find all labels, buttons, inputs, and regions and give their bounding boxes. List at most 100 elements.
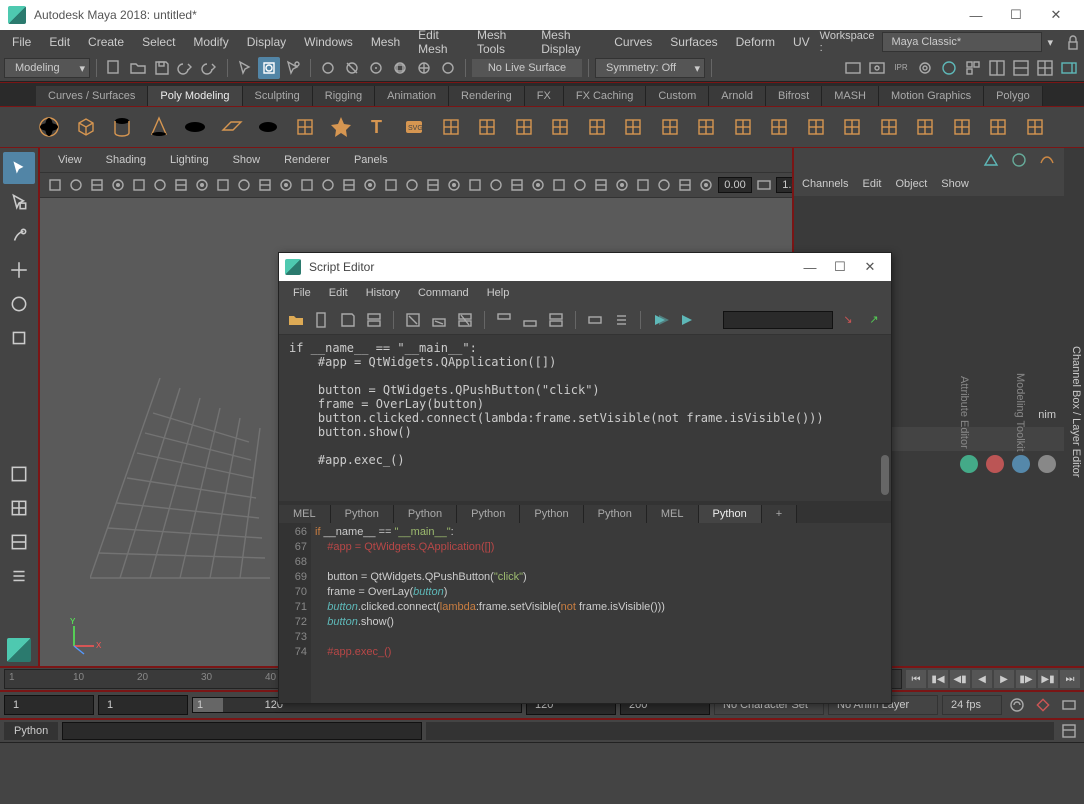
vp-tool-22-icon[interactable] bbox=[508, 174, 526, 196]
sphere2-icon[interactable] bbox=[876, 113, 903, 141]
script-output-pane[interactable]: if __name__ == "__main__": #app = QtWidg… bbox=[279, 335, 891, 501]
svg-icon[interactable]: SVG bbox=[401, 113, 428, 141]
execute-all-icon[interactable] bbox=[649, 309, 671, 331]
vp-tool-1-icon[interactable] bbox=[67, 174, 85, 196]
fps-dropdown[interactable]: 24 fps bbox=[942, 695, 1002, 715]
se-tab-7[interactable]: Python bbox=[699, 505, 762, 523]
render-view-icon[interactable] bbox=[842, 57, 864, 79]
hypershade-icon[interactable] bbox=[938, 57, 960, 79]
panel-layout2-icon[interactable] bbox=[1010, 57, 1032, 79]
save-script-icon[interactable] bbox=[337, 309, 359, 331]
search-up-icon[interactable]: ↗ bbox=[863, 309, 885, 331]
save-scene-icon[interactable] bbox=[151, 57, 173, 79]
show-input-icon[interactable] bbox=[519, 309, 541, 331]
shelf-tab-custom[interactable]: Custom bbox=[646, 86, 709, 106]
search-field[interactable] bbox=[723, 311, 833, 329]
snap-point-icon[interactable] bbox=[365, 57, 387, 79]
se-tab-1[interactable]: Python bbox=[331, 505, 394, 523]
plane-icon[interactable] bbox=[219, 113, 246, 141]
channelbox-menu-edit[interactable]: Edit bbox=[862, 178, 881, 190]
se-tab-4[interactable]: Python bbox=[520, 505, 583, 523]
show-history-icon[interactable] bbox=[493, 309, 515, 331]
menu-edit-mesh[interactable]: Edit Mesh bbox=[410, 25, 467, 59]
gear-icon[interactable] bbox=[438, 113, 465, 141]
source-script-icon[interactable] bbox=[311, 309, 333, 331]
shelf-tab-bifrost[interactable]: Bifrost bbox=[766, 86, 822, 106]
superellipse-icon[interactable] bbox=[547, 113, 574, 141]
shelf-tab-curves---surfaces[interactable]: Curves / Surfaces bbox=[36, 86, 148, 106]
prefs-icon[interactable] bbox=[1058, 694, 1080, 716]
code-editor[interactable]: if __name__ == "__main__": #app = QtWidg… bbox=[311, 523, 891, 703]
channelbox-menu-object[interactable]: Object bbox=[895, 178, 927, 190]
snap-grid-icon[interactable] bbox=[317, 57, 339, 79]
shelf-tab-fx[interactable]: FX bbox=[525, 86, 564, 106]
snap-live-icon[interactable] bbox=[413, 57, 435, 79]
viewport-menu-lighting[interactable]: Lighting bbox=[160, 151, 219, 169]
scale-tool[interactable] bbox=[3, 322, 35, 354]
grid2-icon[interactable] bbox=[620, 113, 647, 141]
script-editor-toggle-icon[interactable] bbox=[1058, 720, 1080, 742]
cube-icon[interactable] bbox=[73, 113, 100, 141]
layer-btn4-icon[interactable] bbox=[1038, 455, 1056, 473]
command-language-dropdown[interactable]: Python bbox=[4, 722, 58, 740]
box4-icon[interactable] bbox=[839, 113, 866, 141]
grid3-icon[interactable] bbox=[657, 113, 684, 141]
paint-select-tool[interactable] bbox=[3, 220, 35, 252]
se-tab-3[interactable]: Python bbox=[457, 505, 520, 523]
echo-all-icon[interactable] bbox=[584, 309, 606, 331]
se-menu-help[interactable]: Help bbox=[479, 284, 518, 302]
render-icon[interactable] bbox=[866, 57, 888, 79]
menu-file[interactable]: File bbox=[4, 32, 39, 52]
command-input[interactable] bbox=[62, 722, 422, 740]
close-button[interactable]: ✕ bbox=[1036, 0, 1076, 30]
box3-icon[interactable] bbox=[803, 113, 830, 141]
clear-all-icon[interactable] bbox=[454, 309, 476, 331]
vp-tool-17-icon[interactable] bbox=[403, 174, 421, 196]
menu-surfaces[interactable]: Surfaces bbox=[662, 32, 725, 52]
viewport-menu-renderer[interactable]: Renderer bbox=[274, 151, 340, 169]
set-key-icon[interactable] bbox=[1032, 694, 1054, 716]
move-tool[interactable] bbox=[3, 254, 35, 286]
ipr-icon[interactable]: IPR bbox=[890, 57, 912, 79]
execute-icon[interactable] bbox=[675, 309, 697, 331]
se-tab-0[interactable]: MEL bbox=[279, 505, 331, 523]
se-tab-6[interactable]: MEL bbox=[647, 505, 699, 523]
panel-layout1-icon[interactable] bbox=[986, 57, 1008, 79]
clear-history-icon[interactable] bbox=[402, 309, 424, 331]
cone-icon[interactable] bbox=[146, 113, 173, 141]
light-editor-icon[interactable] bbox=[962, 57, 984, 79]
se-maximize-button[interactable]: ☐ bbox=[825, 252, 855, 282]
panel-layout3-icon[interactable] bbox=[1034, 57, 1056, 79]
step-back-button[interactable]: ◀▮ bbox=[950, 670, 970, 688]
snap-curve-icon[interactable] bbox=[341, 57, 363, 79]
vp-tool-0-icon[interactable] bbox=[46, 174, 64, 196]
vp-tool-9-icon[interactable] bbox=[235, 174, 253, 196]
center-pivot-icon[interactable] bbox=[1038, 151, 1056, 169]
menu-deform[interactable]: Deform bbox=[728, 32, 783, 52]
se-close-button[interactable]: ✕ bbox=[855, 252, 885, 282]
vp-tool-30-icon[interactable] bbox=[676, 174, 694, 196]
range-thumb[interactable]: 1 120 bbox=[193, 698, 223, 712]
scrollbar-thumb[interactable] bbox=[881, 455, 889, 495]
soccer-icon[interactable] bbox=[511, 113, 538, 141]
vp-tool-13-icon[interactable] bbox=[319, 174, 337, 196]
side-tab-attribute-editor[interactable]: Attribute Editor bbox=[956, 366, 972, 459]
lattice-icon[interactable] bbox=[949, 113, 976, 141]
disc-icon[interactable] bbox=[255, 113, 282, 141]
vp-tool-25-icon[interactable] bbox=[571, 174, 589, 196]
cube3-icon[interactable] bbox=[1022, 113, 1049, 141]
new-scene-icon[interactable] bbox=[103, 57, 125, 79]
shelf-tab-motion-graphics[interactable]: Motion Graphics bbox=[879, 86, 984, 106]
torus-icon[interactable] bbox=[182, 113, 209, 141]
play-fwd-button[interactable]: ▶ bbox=[994, 670, 1014, 688]
se-menu-history[interactable]: History bbox=[358, 284, 408, 302]
script-input-pane[interactable]: 66 67 68 69 70 71 72 73 74 if __name__ =… bbox=[279, 523, 891, 703]
viewport-menu-show[interactable]: Show bbox=[223, 151, 271, 169]
menu-modify[interactable]: Modify bbox=[185, 32, 236, 52]
menu-windows[interactable]: Windows bbox=[296, 32, 361, 52]
menu-set-dropdown[interactable]: Modeling bbox=[4, 58, 90, 78]
menu-curves[interactable]: Curves bbox=[606, 32, 660, 52]
vp-tool-5-icon[interactable] bbox=[151, 174, 169, 196]
grid4-icon[interactable] bbox=[693, 113, 720, 141]
vp-tool-24-icon[interactable] bbox=[550, 174, 568, 196]
